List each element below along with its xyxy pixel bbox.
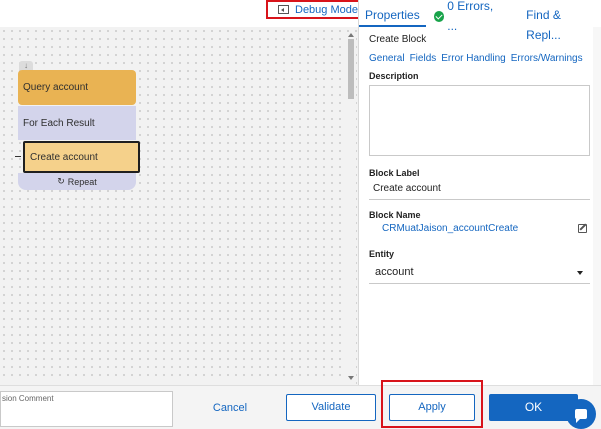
scroll-up-icon[interactable]: [348, 33, 354, 37]
canvas-scrollbar[interactable]: [346, 33, 356, 384]
validate-button[interactable]: Validate: [286, 394, 376, 421]
section-links: General Fields Error Handling Errors/War…: [369, 53, 583, 64]
block-name-label: Block Name: [369, 210, 421, 220]
block-label: For Each Result: [23, 117, 95, 129]
tab-errors[interactable]: 0 Errors, ...: [428, 0, 510, 33]
block-label-label: Block Label: [369, 168, 420, 178]
canvas-bottom-strip: [0, 378, 346, 385]
download-icon[interactable]: ↓: [19, 61, 33, 70]
tab-errors-label: 0 Errors, ...: [447, 0, 494, 33]
edit-icon[interactable]: [578, 224, 587, 233]
entity-label: Entity: [369, 249, 395, 259]
entity-value: account: [375, 266, 414, 278]
debug-mode-label: Debug Mode: [295, 3, 358, 16]
connector-line: [15, 156, 21, 157]
apply-button[interactable]: Apply: [389, 394, 475, 421]
link-error-handling[interactable]: Error Handling: [441, 53, 505, 64]
scroll-thumb[interactable]: [348, 39, 354, 99]
properties-panel: Properties 0 Errors, ... Find & Repl... …: [358, 0, 601, 385]
scroll-down-icon[interactable]: [348, 376, 354, 380]
check-circle-icon: [433, 10, 445, 22]
chat-button[interactable]: [566, 399, 596, 429]
entity-select[interactable]: account: [369, 262, 590, 284]
block-label: Repeat: [67, 176, 97, 187]
repeat-icon: ↻: [57, 176, 65, 186]
chat-icon: [575, 409, 587, 423]
debug-mode-button[interactable]: Debug Mode: [266, 0, 361, 19]
link-fields[interactable]: Fields: [410, 53, 437, 64]
caret-down-icon: [577, 271, 583, 275]
tab-properties[interactable]: Properties: [359, 5, 426, 27]
panel-tabs: Properties 0 Errors, ... Find & Repl...: [359, 0, 601, 42]
debug-icon: [278, 5, 289, 14]
link-general[interactable]: General: [369, 53, 405, 64]
description-field[interactable]: [369, 85, 590, 156]
create-account-block[interactable]: Create account: [23, 141, 140, 173]
panel-title: Create Block: [369, 34, 427, 45]
block-label: Query account: [23, 82, 89, 93]
link-errors-warnings[interactable]: Errors/Warnings: [511, 53, 583, 64]
tab-find-replace[interactable]: Find & Repl...: [520, 5, 601, 42]
block-label: Create account: [30, 151, 98, 163]
block-name-value: CRMuatJaison_accountCreate: [382, 223, 519, 234]
version-comment-input[interactable]: sion Comment: [0, 391, 173, 427]
query-account-block[interactable]: Query account: [18, 70, 136, 105]
ok-button[interactable]: OK: [489, 394, 578, 421]
description-label: Description: [369, 71, 419, 81]
for-each-result-block[interactable]: For Each Result: [18, 106, 136, 140]
repeat-block[interactable]: ↻ Repeat: [18, 173, 136, 190]
cancel-button[interactable]: Cancel: [208, 400, 252, 416]
panel-scrollbar[interactable]: [593, 27, 601, 385]
block-label-field[interactable]: Create account: [369, 180, 590, 200]
comment-placeholder: sion Comment: [2, 394, 54, 403]
